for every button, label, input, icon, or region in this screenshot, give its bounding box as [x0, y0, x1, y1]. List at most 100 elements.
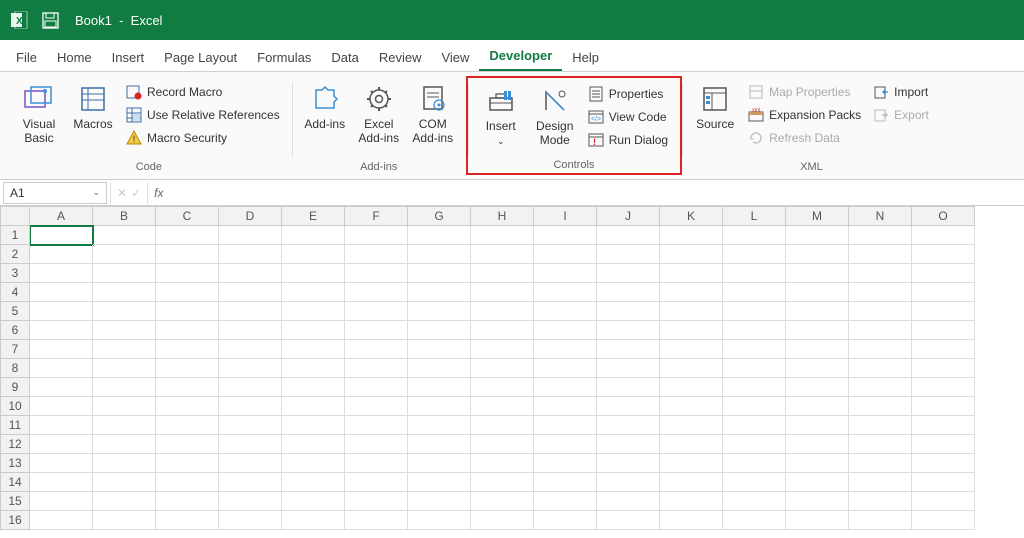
cell[interactable]: [660, 473, 723, 492]
cell[interactable]: [345, 397, 408, 416]
cell[interactable]: [660, 321, 723, 340]
row-header[interactable]: 8: [0, 359, 30, 378]
cell[interactable]: [660, 378, 723, 397]
cell[interactable]: [93, 340, 156, 359]
column-header[interactable]: J: [597, 206, 660, 226]
cell[interactable]: [471, 264, 534, 283]
cell[interactable]: [597, 473, 660, 492]
cell[interactable]: [849, 454, 912, 473]
cell[interactable]: [597, 264, 660, 283]
cell[interactable]: [849, 302, 912, 321]
cell[interactable]: [723, 492, 786, 511]
macro-security-button[interactable]: ! Macro Security: [122, 128, 284, 148]
cell[interactable]: [534, 359, 597, 378]
cell[interactable]: [912, 359, 975, 378]
cell[interactable]: [30, 321, 93, 340]
source-button[interactable]: Source: [690, 80, 740, 134]
relative-refs-button[interactable]: Use Relative References: [122, 105, 284, 125]
cell[interactable]: [219, 378, 282, 397]
view-code-button[interactable]: </> View Code: [584, 107, 672, 127]
row-header[interactable]: 1: [0, 226, 30, 245]
cell[interactable]: [786, 435, 849, 454]
cell[interactable]: [912, 511, 975, 530]
insert-controls-button[interactable]: Insert⌄: [476, 82, 526, 150]
cell[interactable]: [660, 302, 723, 321]
cell[interactable]: [723, 283, 786, 302]
cell[interactable]: [786, 473, 849, 492]
cell[interactable]: [345, 283, 408, 302]
cell[interactable]: [30, 226, 93, 245]
cell[interactable]: [345, 302, 408, 321]
cell[interactable]: [723, 435, 786, 454]
cell[interactable]: [660, 397, 723, 416]
cell[interactable]: [30, 359, 93, 378]
cell[interactable]: [30, 378, 93, 397]
cell[interactable]: [219, 492, 282, 511]
row-header[interactable]: 5: [0, 302, 30, 321]
cell[interactable]: [282, 397, 345, 416]
cell[interactable]: [219, 302, 282, 321]
cell[interactable]: [849, 492, 912, 511]
cell[interactable]: [534, 226, 597, 245]
cell[interactable]: [282, 321, 345, 340]
cell[interactable]: [408, 321, 471, 340]
addins-button[interactable]: Add-ins: [300, 80, 350, 134]
row-header[interactable]: 10: [0, 397, 30, 416]
cell[interactable]: [219, 226, 282, 245]
select-all-corner[interactable]: [0, 206, 30, 226]
cell[interactable]: [786, 302, 849, 321]
cell[interactable]: [156, 283, 219, 302]
cell[interactable]: [156, 264, 219, 283]
cell[interactable]: [471, 378, 534, 397]
cell[interactable]: [93, 435, 156, 454]
cell[interactable]: [219, 473, 282, 492]
cell[interactable]: [723, 302, 786, 321]
cell[interactable]: [345, 454, 408, 473]
cell[interactable]: [912, 416, 975, 435]
cell[interactable]: [849, 264, 912, 283]
cell[interactable]: [282, 226, 345, 245]
cell[interactable]: [345, 321, 408, 340]
tab-help[interactable]: Help: [562, 44, 609, 71]
tab-developer[interactable]: Developer: [479, 42, 562, 71]
cell[interactable]: [912, 321, 975, 340]
cell[interactable]: [849, 473, 912, 492]
cell[interactable]: [786, 283, 849, 302]
cell[interactable]: [597, 302, 660, 321]
cell[interactable]: [219, 397, 282, 416]
cell[interactable]: [723, 397, 786, 416]
cell[interactable]: [786, 416, 849, 435]
cell[interactable]: [723, 359, 786, 378]
cell[interactable]: [534, 454, 597, 473]
cell[interactable]: [471, 283, 534, 302]
cell[interactable]: [156, 511, 219, 530]
cell[interactable]: [219, 511, 282, 530]
cell[interactable]: [849, 397, 912, 416]
cell[interactable]: [156, 416, 219, 435]
cell[interactable]: [282, 245, 345, 264]
cell[interactable]: [660, 245, 723, 264]
column-header[interactable]: G: [408, 206, 471, 226]
cell[interactable]: [471, 416, 534, 435]
column-header[interactable]: L: [723, 206, 786, 226]
cell[interactable]: [156, 359, 219, 378]
cell[interactable]: [534, 416, 597, 435]
cell[interactable]: [93, 416, 156, 435]
cell[interactable]: [471, 359, 534, 378]
enter-icon[interactable]: ✓: [131, 186, 141, 200]
cell[interactable]: [93, 473, 156, 492]
cell[interactable]: [471, 340, 534, 359]
cell[interactable]: [534, 397, 597, 416]
cell[interactable]: [912, 492, 975, 511]
column-header[interactable]: M: [786, 206, 849, 226]
cell[interactable]: [912, 264, 975, 283]
cell[interactable]: [93, 378, 156, 397]
column-header[interactable]: N: [849, 206, 912, 226]
cell[interactable]: [408, 492, 471, 511]
tab-review[interactable]: Review: [369, 44, 432, 71]
cell[interactable]: [282, 340, 345, 359]
cell[interactable]: [219, 264, 282, 283]
name-box[interactable]: A1 ⌄: [3, 182, 107, 204]
cell[interactable]: [408, 359, 471, 378]
cell[interactable]: [534, 302, 597, 321]
